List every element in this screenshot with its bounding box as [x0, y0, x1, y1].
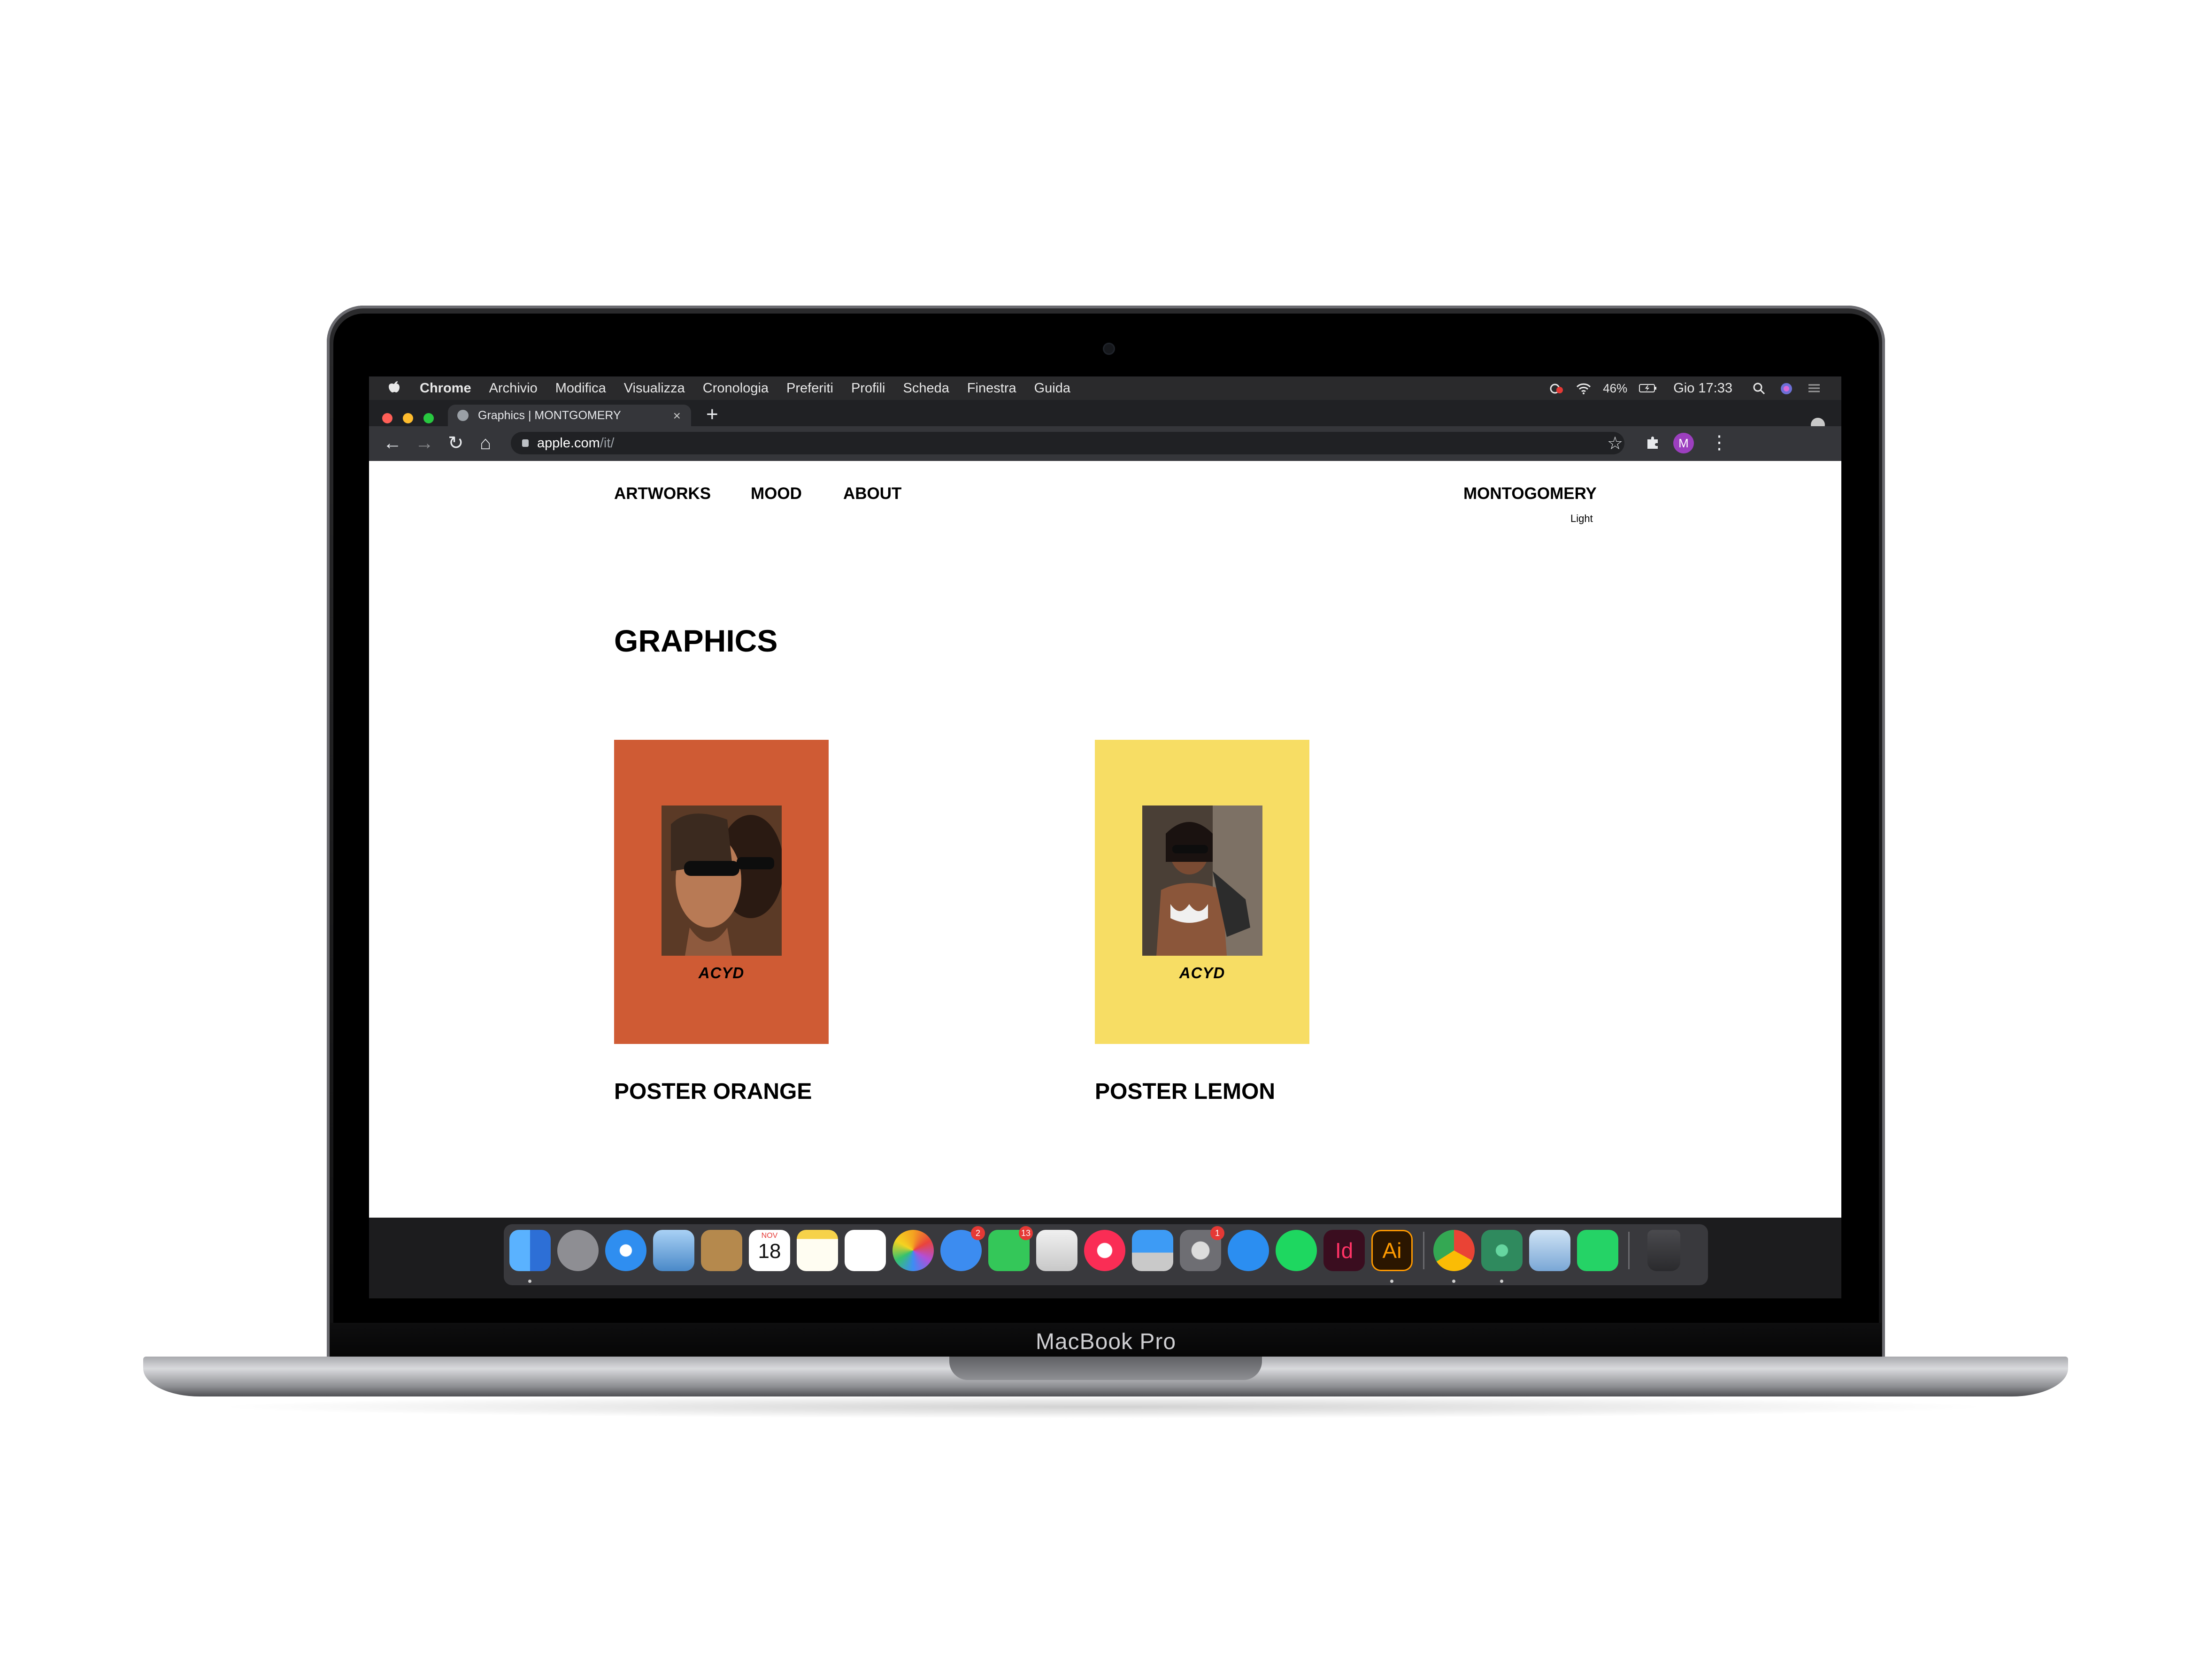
extensions-icon[interactable]: [1645, 434, 1662, 455]
menu-cronologia[interactable]: Cronologia: [703, 381, 769, 396]
menu-app-name[interactable]: Chrome: [420, 381, 471, 396]
launchpad-icon[interactable]: [557, 1230, 599, 1271]
nav-artworks[interactable]: ARTWORKS: [614, 484, 711, 503]
atom-running-dot: [1500, 1280, 1503, 1283]
menu-clock[interactable]: Gio 17:33: [1673, 381, 1732, 396]
light-mode-toggle[interactable]: Light: [1570, 513, 1593, 525]
poster-lemon-title[interactable]: POSTER LEMON: [1095, 1079, 1275, 1105]
finder-icon[interactable]: [509, 1230, 551, 1271]
photos-icon[interactable]: [892, 1230, 934, 1271]
spotify-icon[interactable]: [1276, 1230, 1317, 1271]
minimize-window-button[interactable]: [403, 413, 413, 423]
menu-finestra[interactable]: Finestra: [967, 381, 1016, 396]
url-host: apple.com: [537, 435, 600, 451]
messages-badge: 2: [971, 1226, 985, 1240]
illustrator-icon[interactable]: Ai: [1371, 1230, 1413, 1271]
battery-icon[interactable]: [1639, 382, 1657, 395]
webpage: ARTWORKS MOOD ABOUT MONTOGOMERY Light GR…: [369, 461, 1841, 1218]
app-store-icon[interactable]: [1228, 1230, 1269, 1271]
reload-icon[interactable]: ↻: [448, 434, 464, 453]
poster-orange-brand: ACYD: [698, 964, 745, 982]
laptop-notch: [949, 1357, 1262, 1380]
poster-orange-image[interactable]: ACYD: [614, 740, 829, 1044]
dock-separator: [1423, 1232, 1424, 1269]
dock-separator-trash: [1628, 1232, 1630, 1269]
battery-percent: 46%: [1603, 381, 1628, 395]
whatsapp-icon[interactable]: [1577, 1230, 1618, 1271]
illustrator-running-dot: [1390, 1280, 1393, 1283]
system-preferences-badge: 1: [1210, 1226, 1224, 1240]
page-title: GRAPHICS: [614, 623, 778, 658]
zoom-window-button[interactable]: [423, 413, 434, 423]
notes-icon[interactable]: [797, 1230, 838, 1271]
screen: Chrome Archivio Modifica Visualizza Cron…: [369, 376, 1841, 1298]
preview-icon[interactable]: [1036, 1230, 1077, 1271]
calendar-icon[interactable]: NOV 18: [749, 1230, 790, 1271]
new-tab-button[interactable]: +: [706, 404, 718, 425]
tab-graphics[interactable]: Graphics | MONTGOMERY ×: [448, 405, 691, 426]
menu-preferiti[interactable]: Preferiti: [786, 381, 833, 396]
music-icon[interactable]: [1084, 1230, 1125, 1271]
chrome-running-dot: [1452, 1280, 1455, 1283]
poster-lemon-image[interactable]: ACYD: [1095, 740, 1309, 1044]
reminders-icon[interactable]: [845, 1230, 886, 1271]
mail-icon[interactable]: [653, 1230, 694, 1271]
keynote-icon[interactable]: [1132, 1230, 1173, 1271]
siri-icon[interactable]: [1779, 382, 1795, 395]
indesign-icon[interactable]: Id: [1323, 1230, 1365, 1271]
forward-icon[interactable]: →: [415, 434, 434, 453]
calendar-month: NOV: [761, 1232, 778, 1240]
laptop-shadow: [211, 1395, 1995, 1419]
atom-icon[interactable]: [1481, 1230, 1523, 1271]
menu-modifica[interactable]: Modifica: [555, 381, 606, 396]
trash-icon[interactable]: [1647, 1230, 1680, 1271]
menu-profili[interactable]: Profili: [851, 381, 885, 396]
menu-guida[interactable]: Guida: [1034, 381, 1070, 396]
creative-cloud-icon[interactable]: [1548, 382, 1564, 395]
chrome-menu-icon[interactable]: ⋮: [1710, 432, 1729, 453]
safari-icon[interactable]: [605, 1230, 646, 1271]
facetime-badge: 13: [1019, 1226, 1033, 1240]
poster-orange-photo: [662, 805, 782, 956]
apple-menu-icon[interactable]: [388, 379, 402, 397]
back-icon[interactable]: ←: [383, 434, 402, 453]
poster-lemon-photo: [1142, 805, 1262, 956]
wifi-icon[interactable]: [1576, 382, 1592, 395]
menu-bar: Chrome Archivio Modifica Visualizza Cron…: [369, 376, 1841, 400]
laptop-label: MacBook Pro: [330, 1323, 1882, 1360]
contacts-icon[interactable]: [701, 1230, 742, 1271]
site-brand[interactable]: MONTOGOMERY: [1463, 484, 1597, 503]
bookmark-star-icon[interactable]: ☆: [1607, 433, 1623, 454]
calendar-day: 18: [758, 1240, 781, 1263]
image-capture-icon[interactable]: [1529, 1230, 1570, 1271]
spotlight-icon[interactable]: [1752, 382, 1768, 395]
menu-scheda[interactable]: Scheda: [903, 381, 949, 396]
address-bar[interactable]: apple.com/it/: [511, 432, 1624, 454]
camera: [1103, 343, 1115, 355]
poster-orange-title[interactable]: POSTER ORANGE: [614, 1079, 812, 1105]
menu-archivio[interactable]: Archivio: [489, 381, 538, 396]
home-icon[interactable]: ⌂: [480, 434, 491, 453]
chrome-icon[interactable]: [1433, 1230, 1475, 1271]
lock-icon[interactable]: [522, 439, 529, 447]
profile-avatar[interactable]: M: [1673, 433, 1694, 453]
nav-about[interactable]: ABOUT: [843, 484, 901, 503]
close-tab-icon[interactable]: ×: [673, 408, 681, 423]
nav-mood[interactable]: MOOD: [751, 484, 802, 503]
notification-center-icon[interactable]: [1807, 382, 1823, 395]
globe-icon: [457, 410, 469, 421]
status-area: 46% Gio 17:33: [1548, 376, 1823, 400]
close-window-button[interactable]: [382, 413, 392, 423]
url-path: /it/: [600, 435, 615, 451]
finder-running-dot: [528, 1280, 531, 1283]
poster-lemon-brand: ACYD: [1179, 964, 1225, 982]
illustrator-label: Ai: [1382, 1238, 1402, 1263]
tab-title: Graphics | MONTGOMERY: [478, 408, 621, 422]
indesign-label: Id: [1335, 1238, 1354, 1263]
menu-visualizza[interactable]: Visualizza: [624, 381, 685, 396]
